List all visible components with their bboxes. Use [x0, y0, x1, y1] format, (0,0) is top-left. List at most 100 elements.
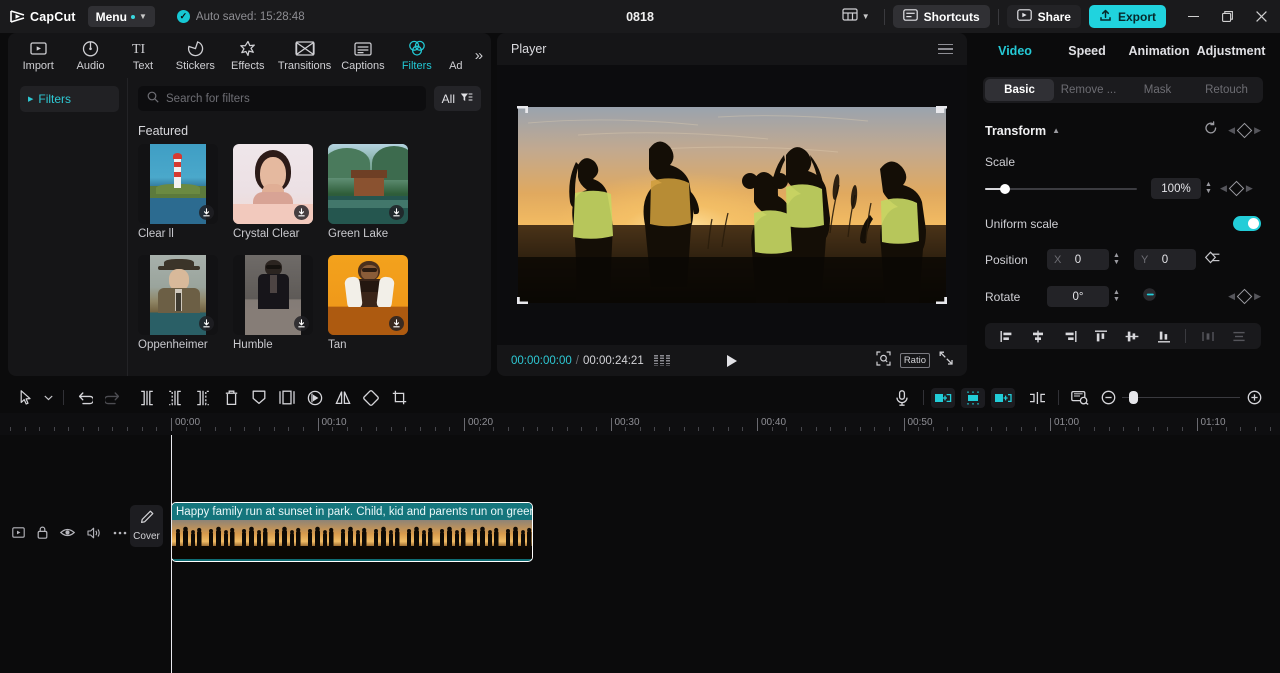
- sidebar-item-filters[interactable]: Filters: [391, 33, 443, 78]
- chevron-up-icon[interactable]: ▲: [1052, 126, 1060, 135]
- trim-right-button[interactable]: [189, 385, 217, 411]
- scale-stepper[interactable]: ▲ ▼: [1205, 181, 1212, 195]
- slider-knob[interactable]: [1129, 391, 1138, 404]
- mute-speaker-icon[interactable]: [87, 527, 101, 539]
- delete-button[interactable]: [217, 385, 245, 411]
- subtab-mask[interactable]: Mask: [1123, 79, 1192, 101]
- reverse-button[interactable]: [301, 385, 329, 411]
- minimize-button[interactable]: [1176, 0, 1210, 33]
- fullscreen-icon[interactable]: [939, 351, 953, 370]
- filter-card[interactable]: Crystal Clear: [233, 144, 313, 240]
- undo-button[interactable]: [71, 385, 99, 411]
- sidebar-item-adjustment[interactable]: Ad: [443, 33, 469, 78]
- timeline-ruler[interactable]: 00:00 00:10 00:20 00:30 00:40 00:50 01:00 01:10: [0, 413, 1280, 435]
- select-tool-icon[interactable]: [12, 385, 40, 411]
- zoom-out-button[interactable]: [1094, 385, 1122, 411]
- play-button[interactable]: [727, 354, 737, 367]
- crop-button[interactable]: [385, 385, 413, 411]
- player-menu-icon[interactable]: [938, 43, 953, 55]
- rotate-dial-icon[interactable]: [1142, 287, 1162, 307]
- distribute-horizontal-icon[interactable]: [1198, 330, 1218, 343]
- align-left-icon[interactable]: [997, 330, 1017, 343]
- tab-adjustment[interactable]: Adjustment: [1195, 44, 1267, 58]
- shortcuts-button[interactable]: Shortcuts: [892, 5, 990, 28]
- filter-card[interactable]: Oppenheimer: [138, 255, 218, 351]
- timeline-clip[interactable]: Happy family run at sunset in park. Chil…: [171, 502, 533, 562]
- export-button[interactable]: Export: [1088, 5, 1166, 28]
- filter-sort-button[interactable]: All: [433, 86, 481, 111]
- zoom-preview-icon[interactable]: [876, 350, 891, 371]
- trim-left-button[interactable]: [161, 385, 189, 411]
- download-icon[interactable]: [199, 205, 214, 220]
- align-bottom-icon[interactable]: [1154, 330, 1174, 343]
- rotate-field[interactable]: 0°: [1047, 286, 1109, 307]
- close-button[interactable]: [1244, 0, 1278, 33]
- distribute-vertical-icon[interactable]: [1229, 330, 1249, 343]
- subtab-retouch[interactable]: Retouch: [1192, 79, 1261, 101]
- align-right-icon[interactable]: [1060, 330, 1080, 343]
- nav-more-icon[interactable]: »: [471, 47, 487, 64]
- position-x-field[interactable]: X 0: [1047, 249, 1109, 270]
- slider-knob[interactable]: [999, 183, 1010, 194]
- cover-button[interactable]: Cover: [130, 505, 163, 547]
- auto-cut-right-button[interactable]: [991, 387, 1015, 408]
- filter-card[interactable]: Humble: [233, 255, 313, 351]
- tab-speed[interactable]: Speed: [1051, 44, 1123, 58]
- search-input[interactable]: Search for filters: [138, 86, 426, 111]
- menu-button[interactable]: Menu ▼: [87, 6, 155, 27]
- download-icon[interactable]: [294, 316, 309, 331]
- sidebar-item-transitions[interactable]: Transitions: [274, 33, 335, 78]
- redo-button[interactable]: [99, 385, 127, 411]
- sidebar-item-text[interactable]: TI Text: [117, 33, 169, 78]
- zoom-in-button[interactable]: [1240, 385, 1268, 411]
- subtab-basic[interactable]: Basic: [985, 79, 1054, 101]
- tab-video[interactable]: Video: [979, 44, 1051, 58]
- player-canvas[interactable]: [517, 106, 946, 304]
- download-icon[interactable]: [294, 205, 309, 220]
- split-clip-button[interactable]: [1023, 385, 1051, 411]
- uniform-scale-toggle[interactable]: [1233, 216, 1261, 231]
- sidebar-item-captions[interactable]: Captions: [335, 33, 390, 78]
- lock-icon[interactable]: [37, 526, 48, 539]
- frame-view-icon[interactable]: [653, 355, 670, 366]
- download-icon[interactable]: [199, 316, 214, 331]
- align-center-vertical-icon[interactable]: [1122, 330, 1142, 343]
- track-thumbnail-icon[interactable]: [12, 527, 25, 538]
- subtab-remove-background[interactable]: Remove ...: [1054, 79, 1123, 101]
- transform-keyframe[interactable]: ◀ ▶: [1228, 122, 1261, 139]
- playhead-line[interactable]: [171, 435, 172, 673]
- scale-slider[interactable]: [985, 182, 1137, 196]
- mirror-button[interactable]: [329, 385, 357, 411]
- layout-button[interactable]: ▼: [836, 5, 876, 29]
- download-icon[interactable]: [389, 205, 404, 220]
- timeline-view-button[interactable]: [1066, 385, 1094, 411]
- split-button[interactable]: [133, 385, 161, 411]
- filter-card[interactable]: Green Lake: [328, 144, 408, 240]
- auto-cut-middle-button[interactable]: [961, 387, 985, 408]
- rotate-stepper[interactable]: ▲ ▼: [1113, 289, 1120, 303]
- scale-value-field[interactable]: 100%: [1151, 178, 1201, 199]
- visibility-eye-icon[interactable]: [60, 527, 75, 538]
- ratio-button[interactable]: Ratio: [899, 353, 930, 368]
- sidebar-item-effects[interactable]: Effects: [222, 33, 274, 78]
- share-button[interactable]: Share: [1006, 5, 1081, 28]
- filter-category-filters[interactable]: ▶ Filters: [20, 86, 119, 112]
- record-voiceover-button[interactable]: [888, 385, 916, 411]
- align-top-icon[interactable]: [1091, 330, 1111, 343]
- crop-frame-button[interactable]: [273, 385, 301, 411]
- timeline-zoom-slider[interactable]: [1122, 391, 1240, 405]
- freeze-button[interactable]: [245, 385, 273, 411]
- position-x-stepper[interactable]: ▲ ▼: [1113, 252, 1120, 266]
- maximize-button[interactable]: [1210, 0, 1244, 33]
- tab-animation[interactable]: Animation: [1123, 44, 1195, 58]
- reset-transform-button[interactable]: [1204, 121, 1218, 140]
- scale-keyframe[interactable]: ◀ ▶: [1220, 180, 1253, 197]
- sidebar-item-audio[interactable]: Audio: [64, 33, 116, 78]
- download-icon[interactable]: [389, 316, 404, 331]
- rotate-button[interactable]: [357, 385, 385, 411]
- auto-cut-left-button[interactable]: [931, 387, 955, 408]
- align-center-horizontal-icon[interactable]: [1028, 330, 1048, 343]
- position-keyframe-icon[interactable]: [1204, 250, 1221, 269]
- more-options-icon[interactable]: [113, 531, 127, 535]
- filter-card[interactable]: Clear ll: [138, 144, 218, 240]
